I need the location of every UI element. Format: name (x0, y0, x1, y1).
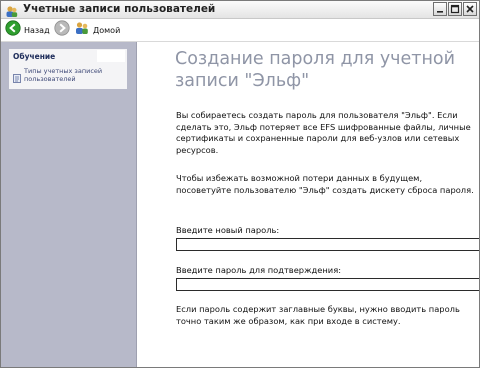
warning-text: Вы собираетесь создать пароль для пользо… (176, 110, 471, 155)
sidebar-item-label: Типы учетных записей пользователей (24, 67, 103, 83)
learn-about-panel: Обучение Типы учетных записей пользовате… (9, 49, 127, 89)
sidebar-item-account-types[interactable]: Типы учетных записей пользователей (13, 67, 125, 87)
window-title: Учетные записи пользователей (23, 3, 216, 15)
page-title: Создание пароля для учетной записи "Эльф… (175, 49, 456, 91)
home-button-label: Домой (93, 25, 121, 35)
minimize-button[interactable] (433, 2, 447, 16)
panel-header[interactable]: Обучение (9, 49, 127, 63)
new-password-label: Введите новый пароль: (176, 225, 280, 235)
help-topic-icon (13, 68, 21, 87)
confirm-password-field[interactable] (176, 278, 479, 291)
main-content: Создание пароля для учетной записи "Эльф… (137, 42, 479, 367)
advice-text: Чтобы избежать возможной потери данных в… (176, 173, 474, 195)
panel-title: Обучение (13, 52, 56, 61)
back-button-label: Назад (24, 25, 50, 35)
home-icon (74, 20, 90, 40)
title-bar[interactable]: Учетные записи пользователей (1, 1, 479, 19)
confirm-password-label: Введите пароль для подтверждения: (176, 265, 341, 275)
window: Учетные записи пользователей Назад Домой… (0, 0, 480, 368)
collapse-chevron-icon[interactable] (97, 50, 125, 62)
home-button[interactable]: Домой (74, 21, 120, 39)
new-password-field[interactable] (176, 238, 479, 251)
case-sensitivity-note: Если пароль содержит заглавные буквы, ну… (176, 304, 460, 326)
task-pane: Обучение Типы учетных записей пользовате… (1, 42, 137, 367)
forward-button[interactable] (54, 20, 70, 40)
close-button[interactable] (463, 2, 477, 16)
toolbar: Назад Домой (1, 19, 479, 42)
back-button[interactable]: Назад (5, 20, 50, 40)
back-arrow-icon (5, 20, 21, 40)
maximize-button[interactable] (448, 2, 462, 16)
user-accounts-icon (5, 3, 18, 17)
forward-arrow-icon (54, 20, 70, 40)
